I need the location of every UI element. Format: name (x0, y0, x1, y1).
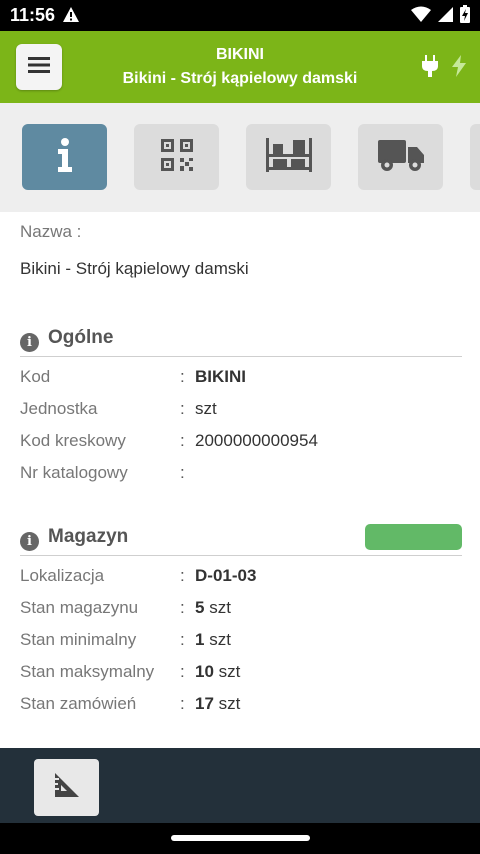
row-value: 10 szt (195, 662, 241, 681)
info-circle-icon: i (20, 333, 39, 352)
name-value: Bikini - Strój kąpielowy damski (20, 259, 249, 278)
product-details: Nazwa : Bikini - Strój kąpielowy damski … (0, 212, 480, 748)
row-label: Kod (20, 367, 51, 386)
row-label: Stan minimalny (20, 630, 137, 649)
header-title: BIKINI (216, 46, 264, 63)
measure-button[interactable] (34, 759, 99, 816)
name-label: Nazwa : (20, 222, 82, 241)
row-min-stock: Stan minimalny : 1 szt (20, 630, 462, 658)
tab-info[interactable] (22, 124, 107, 190)
row-value: 2000000000954 (195, 431, 318, 450)
home-indicator[interactable] (171, 835, 310, 841)
row-stock: Stan magazynu : 5 szt (20, 598, 462, 626)
battery-icon (460, 5, 470, 28)
row-value: szt (195, 399, 217, 418)
row-value: 17 szt (195, 694, 241, 713)
info-icon (57, 137, 73, 177)
section-warehouse-header: i Magazyn (20, 524, 462, 556)
row-label: Lokalizacja (20, 566, 105, 585)
row-max-stock: Stan maksymalny : 10 szt (20, 662, 462, 690)
plug-icon (422, 55, 438, 82)
truck-icon (377, 138, 424, 177)
wifi-icon (411, 6, 431, 28)
row-catalog-number: Nr katalogowy : (20, 463, 462, 491)
bottom-toolbar (0, 748, 480, 823)
info-circle-icon: i (20, 532, 39, 551)
app-header: BIKINI Bikini - Strój kąpielowy damski (0, 31, 480, 103)
row-unit: Jednostka : szt (20, 399, 462, 427)
row-barcode: Kod kreskowy : 2000000000954 (20, 431, 462, 459)
qr-code-icon (160, 138, 193, 176)
row-location: Lokalizacja : D-01-03 (20, 566, 462, 594)
row-separator: : (180, 694, 185, 713)
section-general-title: Ogólne (48, 327, 114, 348)
tab-delivery[interactable] (358, 124, 443, 190)
row-separator: : (180, 598, 185, 617)
row-separator: : (180, 399, 185, 418)
shelves-icon (265, 137, 312, 177)
row-label: Kod kreskowy (20, 431, 126, 450)
stock-status-badge (365, 524, 462, 550)
row-orders: Stan zamówień : 17 szt (20, 694, 462, 722)
row-label: Jednostka (20, 399, 98, 418)
signal-icon (437, 6, 454, 28)
menu-button[interactable] (16, 44, 62, 90)
row-value: 1 szt (195, 630, 231, 649)
hamburger-icon (28, 56, 50, 79)
section-warehouse-title: Magazyn (48, 526, 129, 547)
row-separator: : (180, 566, 185, 585)
ruler-icon (53, 771, 81, 804)
status-time: 11:56 (10, 5, 56, 25)
row-separator: : (180, 367, 185, 386)
row-label: Stan maksymalny (20, 662, 155, 681)
row-separator: : (180, 431, 185, 450)
row-separator: : (180, 662, 185, 681)
tab-warehouse[interactable] (246, 124, 331, 190)
system-nav-bar (0, 823, 480, 854)
row-code: Kod : BIKINI (20, 367, 462, 395)
row-label: Stan zamówień (20, 694, 137, 713)
section-general-header: i Ogólne (20, 325, 462, 357)
row-value: D-01-03 (195, 566, 257, 585)
tab-qr-code[interactable] (134, 124, 219, 190)
row-separator: : (180, 463, 185, 482)
row-value: 5 szt (195, 598, 231, 617)
row-label: Nr katalogowy (20, 463, 128, 482)
status-bar: 11:56 (0, 0, 480, 31)
bolt-icon (452, 55, 466, 82)
row-label: Stan magazynu (20, 598, 139, 617)
row-separator: : (180, 630, 185, 649)
row-value: BIKINI (195, 367, 246, 386)
alert-icon (62, 6, 80, 28)
tab-more[interactable] (470, 124, 480, 190)
header-subtitle: Bikini - Strój kąpielowy damski (122, 70, 358, 87)
tab-strip (0, 103, 480, 212)
